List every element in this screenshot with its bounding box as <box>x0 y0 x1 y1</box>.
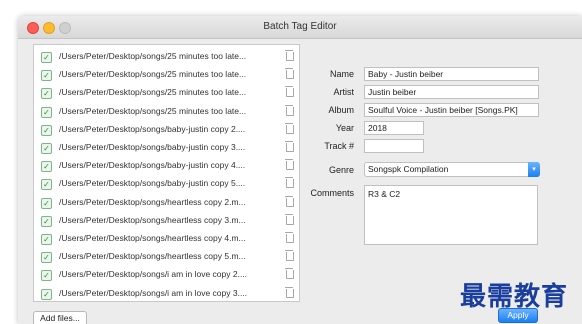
trash-icon[interactable] <box>285 141 294 152</box>
checkmark-icon: ✓ <box>43 216 50 226</box>
trash-icon[interactable] <box>285 250 294 262</box>
add-files-button[interactable]: Add files... <box>33 311 87 324</box>
window-title: Batch Tag Editor <box>263 21 337 32</box>
trash-icon[interactable] <box>285 195 294 207</box>
trash-icon[interactable] <box>285 86 294 98</box>
checkmark-icon: ✓ <box>43 235 50 244</box>
file-row[interactable]: ✓ /Users/Peter/Desktop/songs/baby-justin … <box>34 140 299 158</box>
file-row[interactable]: ✓ /Users/Peter/Desktop/songs/baby-justin … <box>34 158 299 176</box>
year-field[interactable]: 2018 <box>364 121 424 135</box>
file-row[interactable]: ✓ /Users/Peter/Desktop/songs/i am in love… <box>34 286 299 301</box>
file-row[interactable]: ✓ /Users/Peter/Desktop/songs/i am in love… <box>34 267 299 285</box>
checkmark-icon: ✓ <box>43 125 50 135</box>
checkmark-icon: ✓ <box>43 271 50 281</box>
trash-icon[interactable] <box>285 50 294 61</box>
file-checkbox[interactable]: ✓ <box>41 197 52 209</box>
file-path: /Users/Peter/Desktop/songs/i am in love … <box>59 269 248 280</box>
file-checkbox[interactable]: ✓ <box>41 179 52 191</box>
trash-icon[interactable] <box>285 104 294 116</box>
chevron-down-icon[interactable]: ▾ <box>528 162 540 177</box>
checkmark-icon: ✓ <box>43 162 50 172</box>
file-path: /Users/Peter/Desktop/songs/heartless cop… <box>59 214 246 225</box>
file-row[interactable]: ✓ /Users/Peter/Desktop/songs/heartless co… <box>34 249 299 267</box>
file-path: /Users/Peter/Desktop/songs/baby-justin c… <box>59 160 246 171</box>
file-path: /Users/Peter/Desktop/songs/baby-justin c… <box>59 178 246 189</box>
trash-icon[interactable] <box>285 68 294 80</box>
file-path: /Users/Peter/Desktop/songs/heartless cop… <box>59 233 246 243</box>
file-checkbox[interactable]: ✓ <box>41 124 52 136</box>
genre-label: Genre <box>328 165 354 175</box>
file-checkbox[interactable]: ✓ <box>41 215 52 227</box>
file-list[interactable]: ✓ /Users/Peter/Desktop/songs/25 minutes t… <box>33 44 300 302</box>
file-checkbox[interactable]: ✓ <box>41 288 52 300</box>
genre-select[interactable]: Songspk Compilation ▾ <box>364 162 540 177</box>
trash-icon[interactable] <box>285 177 294 189</box>
comments-label: Comments <box>310 188 354 198</box>
file-checkbox[interactable]: ✓ <box>41 52 52 63</box>
file-path: /Users/Peter/Desktop/songs/25 minutes to… <box>59 87 247 98</box>
file-checkbox[interactable]: ✓ <box>41 234 52 245</box>
year-label: Year <box>335 123 354 133</box>
trash-icon[interactable] <box>285 122 294 134</box>
file-row[interactable]: ✓ /Users/Peter/Desktop/songs/25 minutes t… <box>34 49 299 67</box>
file-checkbox[interactable]: ✓ <box>41 270 52 282</box>
file-row[interactable]: ✓ /Users/Peter/Desktop/songs/25 minutes t… <box>34 67 299 85</box>
file-row[interactable]: ✓ /Users/Peter/Desktop/songs/25 minutes t… <box>34 104 299 122</box>
checkmark-icon: ✓ <box>43 53 50 62</box>
file-checkbox[interactable]: ✓ <box>41 70 52 82</box>
album-field[interactable]: Soulful Voice - Justin beiber [Songs.PK] <box>364 103 539 117</box>
track-label: Track # <box>324 141 354 151</box>
artist-label: Artist <box>333 87 354 97</box>
checkmark-icon: ✓ <box>43 107 50 117</box>
file-row[interactable]: ✓ /Users/Peter/Desktop/songs/25 minutes t… <box>34 85 299 103</box>
file-checkbox[interactable]: ✓ <box>41 161 52 173</box>
file-checkbox[interactable]: ✓ <box>41 88 52 100</box>
file-path: /Users/Peter/Desktop/songs/i am in love … <box>59 287 248 298</box>
comments-textarea[interactable]: R3 & C2 <box>364 185 538 245</box>
file-checkbox[interactable]: ✓ <box>41 106 52 118</box>
artist-field[interactable]: Justin beiber <box>364 85 539 99</box>
file-row[interactable]: ✓ /Users/Peter/Desktop/songs/heartless co… <box>34 195 299 213</box>
trash-icon[interactable] <box>285 286 294 298</box>
file-checkbox[interactable]: ✓ <box>41 143 52 154</box>
trash-icon[interactable] <box>285 268 294 280</box>
album-label: Album <box>328 105 354 115</box>
file-path: /Users/Peter/Desktop/songs/heartless cop… <box>59 251 246 262</box>
file-path: /Users/Peter/Desktop/songs/25 minutes to… <box>59 105 247 116</box>
name-label: Name <box>329 69 354 79</box>
file-path: /Users/Peter/Desktop/songs/baby-justin c… <box>59 123 246 134</box>
checkmark-icon: ✓ <box>43 180 50 190</box>
track-field[interactable] <box>364 139 424 153</box>
trash-icon[interactable] <box>285 232 294 243</box>
file-row[interactable]: ✓ /Users/Peter/Desktop/songs/heartless co… <box>34 231 299 249</box>
checkmark-icon: ✓ <box>43 253 50 263</box>
file-path: /Users/Peter/Desktop/songs/baby-justin c… <box>59 142 246 152</box>
genre-select-value: Songspk Compilation <box>368 164 449 174</box>
file-row[interactable]: ✓ /Users/Peter/Desktop/songs/baby-justin … <box>34 176 299 194</box>
file-path: /Users/Peter/Desktop/songs/25 minutes to… <box>59 69 247 80</box>
trash-icon[interactable] <box>285 213 294 225</box>
file-row[interactable]: ✓ /Users/Peter/Desktop/songs/heartless co… <box>34 213 299 231</box>
watermark: 最需教育 <box>460 282 569 312</box>
checkmark-icon: ✓ <box>43 198 50 208</box>
file-path: /Users/Peter/Desktop/songs/25 minutes to… <box>59 51 247 61</box>
file-row[interactable]: ✓ /Users/Peter/Desktop/songs/baby-justin … <box>34 122 299 140</box>
title-bar[interactable]: Batch Tag Editor <box>18 16 582 39</box>
checkmark-icon: ✓ <box>43 289 50 299</box>
checkmark-icon: ✓ <box>43 71 50 81</box>
file-path: /Users/Peter/Desktop/songs/heartless cop… <box>59 196 246 207</box>
trash-icon[interactable] <box>285 159 294 171</box>
checkmark-icon: ✓ <box>43 89 50 99</box>
file-checkbox[interactable]: ✓ <box>41 252 52 264</box>
checkmark-icon: ✓ <box>43 144 50 153</box>
name-field[interactable]: Baby - Justin beiber <box>364 67 539 81</box>
